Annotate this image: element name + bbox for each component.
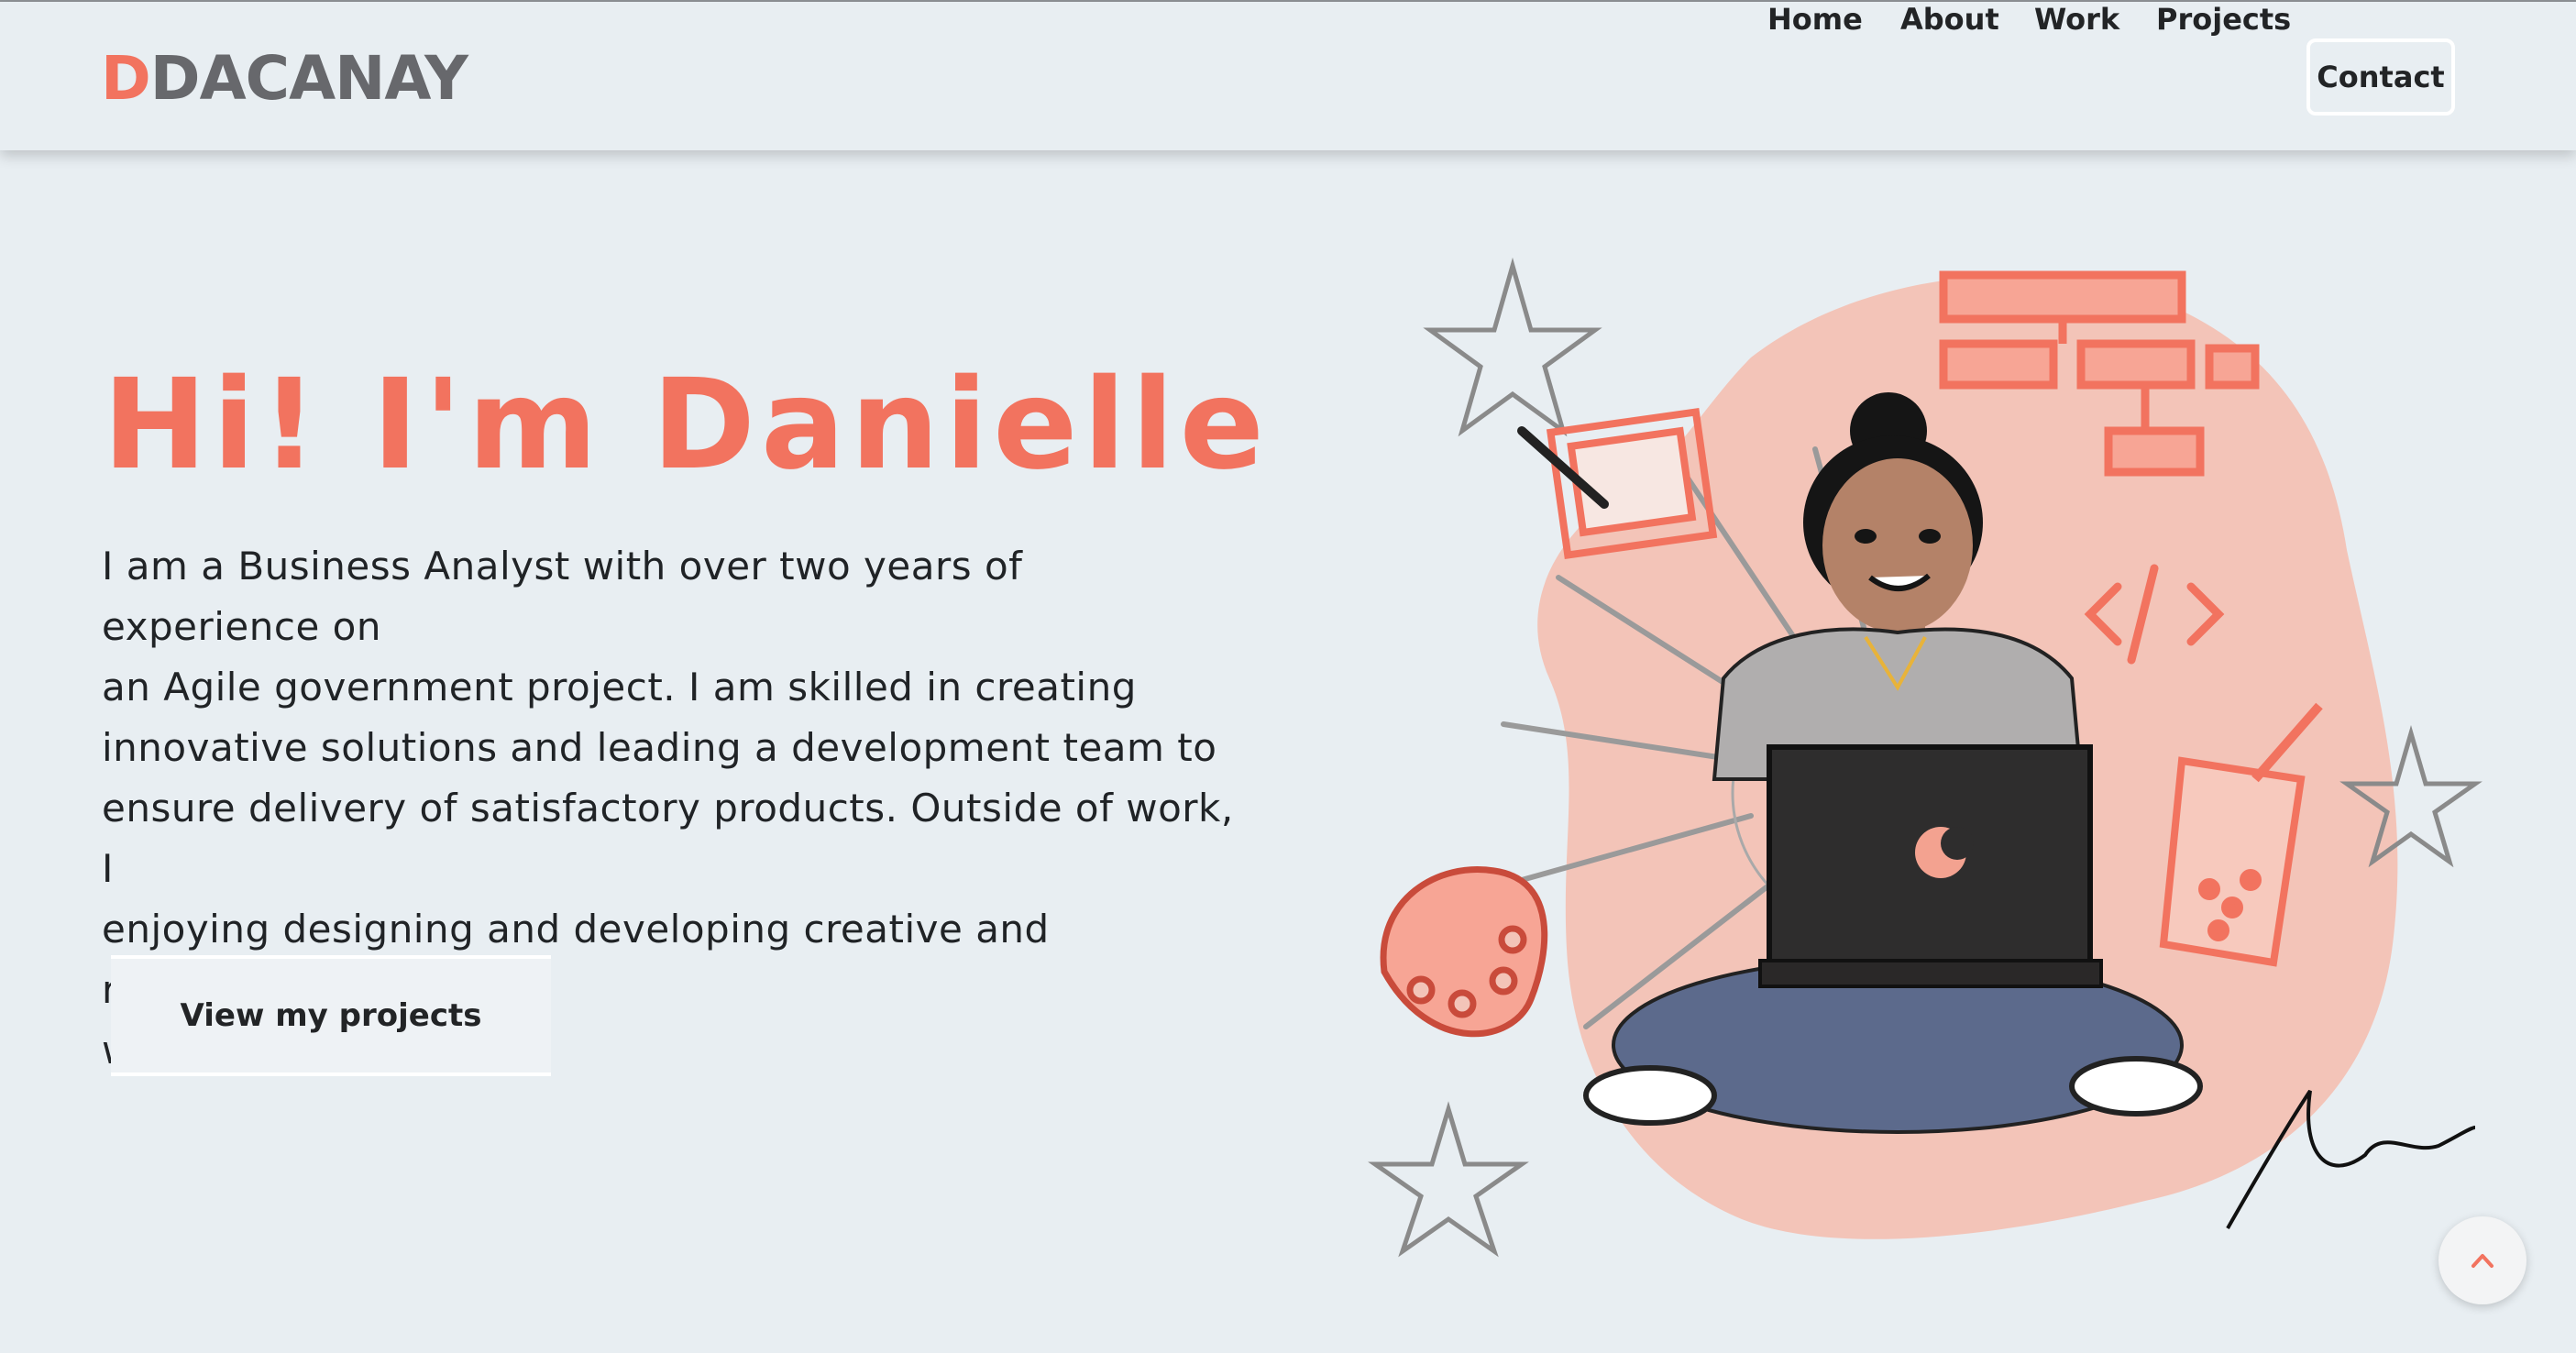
logo-name: DACANAY xyxy=(149,43,468,114)
hero-title: Hi! I'm Danielle xyxy=(103,353,1270,498)
star-icon xyxy=(1368,1101,1529,1258)
view-projects-button[interactable]: View my projects xyxy=(111,955,551,1076)
logo-initial: D xyxy=(101,43,151,114)
nav-link-projects[interactable]: Projects xyxy=(2156,2,2291,37)
site-logo[interactable]: DDACANAY xyxy=(101,43,468,114)
palette-icon xyxy=(1380,866,1548,1038)
hero-text-line: an Agile government project. I am skille… xyxy=(102,665,1137,710)
hero-text-line: innovative solutions and leading a devel… xyxy=(102,725,1217,770)
navbar: DDACANAY Home About Work Projects Contac… xyxy=(0,2,2576,150)
star-icon xyxy=(1423,257,1602,437)
nav-link-work[interactable]: Work xyxy=(2034,2,2119,37)
hero-illustration xyxy=(1368,257,2482,1258)
nav-link-about[interactable]: About xyxy=(1900,2,1999,37)
hero-text-line: I am a Business Analyst with over two ye… xyxy=(102,544,1023,649)
chevron-up-icon xyxy=(2471,1254,2493,1268)
nav-link-home[interactable]: Home xyxy=(1767,2,1863,37)
hero-text-line: ensure delivery of satisfactory products… xyxy=(102,786,1234,891)
scroll-to-top-button[interactable] xyxy=(2438,1216,2526,1304)
contact-button[interactable]: Contact xyxy=(2306,38,2455,116)
